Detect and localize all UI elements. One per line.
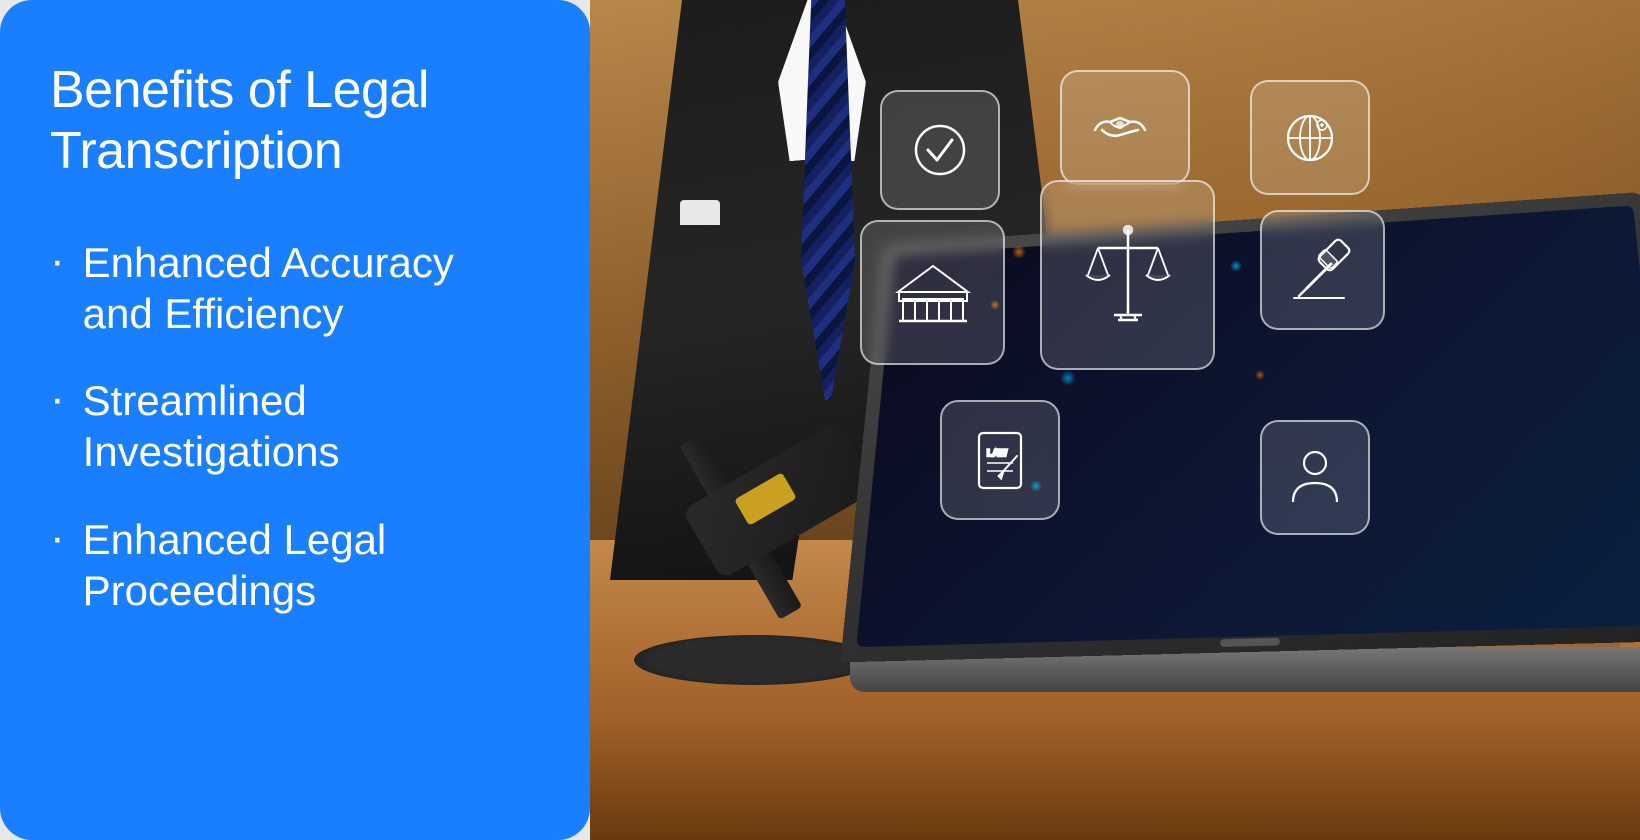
list-item: · StreamlinedInvestigations bbox=[50, 375, 540, 477]
handshake-icon bbox=[1060, 70, 1190, 185]
person-icon bbox=[1260, 420, 1370, 535]
benefits-list: · Enhanced Accuracyand Efficiency · Stre… bbox=[50, 237, 540, 652]
glow-dot-blue-1 bbox=[1230, 260, 1242, 272]
list-item: · Enhanced LegalProceedings bbox=[50, 514, 540, 616]
gavel-small-icon bbox=[1260, 210, 1385, 330]
bullet-dot: · bbox=[50, 516, 65, 560]
right-panel: LAW bbox=[590, 0, 1640, 840]
law-document-icon: LAW bbox=[940, 400, 1060, 520]
list-item: · Enhanced Accuracyand Efficiency bbox=[50, 237, 540, 339]
benefit-investigations: StreamlinedInvestigations bbox=[83, 375, 340, 477]
globe-icon bbox=[1250, 80, 1370, 195]
svg-text:LAW: LAW bbox=[987, 448, 1008, 458]
benefit-legal-proceedings: Enhanced LegalProceedings bbox=[83, 514, 387, 616]
glow-dot-blue-2 bbox=[1060, 370, 1076, 386]
glow-dot-orange-1 bbox=[1012, 245, 1026, 259]
courthouse-icon bbox=[860, 220, 1005, 365]
benefit-accuracy: Enhanced Accuracyand Efficiency bbox=[83, 237, 454, 339]
bullet-dot: · bbox=[50, 377, 65, 421]
checkmark-icon bbox=[880, 90, 1000, 210]
scales-icon bbox=[1040, 180, 1215, 370]
gavel-base bbox=[634, 635, 874, 685]
glow-dot-orange-2 bbox=[990, 300, 1000, 310]
glow-dot-orange-3 bbox=[1255, 370, 1265, 380]
panel-title: Benefits of LegalTranscription bbox=[50, 60, 540, 183]
bullet-dot: · bbox=[50, 239, 65, 283]
glow-dot-blue-3 bbox=[1030, 480, 1042, 492]
floating-icons-container: LAW bbox=[860, 60, 1580, 680]
left-panel: Benefits of LegalTranscription · Enhance… bbox=[0, 0, 590, 840]
